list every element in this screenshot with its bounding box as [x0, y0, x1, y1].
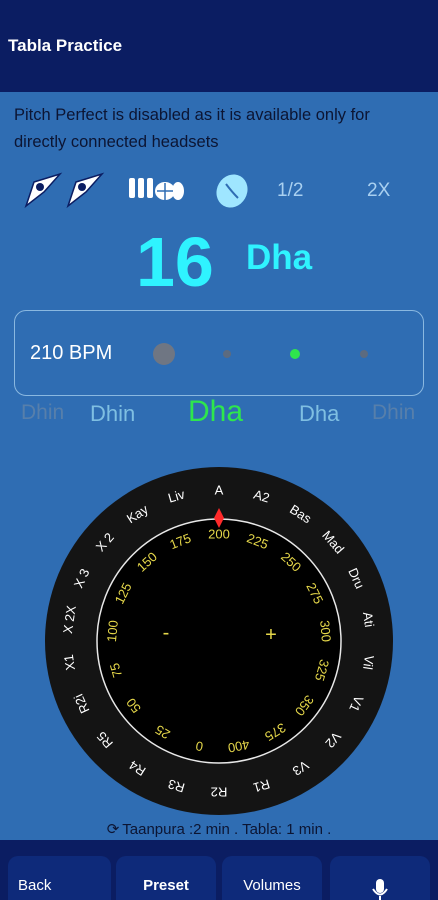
- refresh-icon: ⟳: [106, 821, 120, 838]
- volumes-button-label: Volumes: [243, 877, 301, 894]
- fraction-label[interactable]: 1/2: [277, 180, 303, 202]
- bol-next-2: Dhin: [372, 401, 416, 424]
- bol-current: Dha: [188, 395, 244, 428]
- dial-inner-label-4[interactable]: 300: [317, 620, 334, 643]
- tuning-dial-svg: A A2BasMadDruAtiVilV1V2V3R1R2R3R4R5R2iX1X…: [45, 467, 393, 815]
- bol-next-1: Dha: [299, 401, 340, 426]
- dial-plus[interactable]: +: [265, 624, 277, 646]
- app-title: Tabla Practice: [8, 36, 123, 55]
- beat-number: 16: [136, 223, 214, 301]
- speed-label[interactable]: 2X: [367, 180, 390, 202]
- beat-bol: Dha: [246, 238, 313, 277]
- microphone-icon: [372, 879, 388, 900]
- bol-sequence: Dhin Dhin Dha Dha Dhin: [0, 395, 438, 435]
- drum-set-icon[interactable]: [127, 174, 185, 211]
- preset-button-label: Preset: [143, 877, 189, 894]
- beat-dot-1: [153, 343, 175, 365]
- dial-outer-label-16[interactable]: X1: [61, 654, 78, 672]
- metronome-box[interactable]: 210 BPM: [14, 310, 424, 396]
- bpm-label[interactable]: 210 BPM: [30, 342, 112, 365]
- bottom-bar: Back Preset Volumes: [0, 840, 438, 900]
- tabla-pair-icon-2[interactable]: [66, 170, 106, 215]
- dial-outer-label-5[interactable]: Ati: [360, 611, 377, 628]
- microphone-button[interactable]: [330, 856, 430, 900]
- tuning-dial[interactable]: A A2 Bas Mad Dru Ati Vil V1 V2 V3 R1 R2 R3 R4 R5 R2i X1 X…: [44, 466, 394, 816]
- toolbar: 1/2 2X: [0, 168, 438, 212]
- beat-dot-4: [360, 350, 368, 358]
- dial-minus[interactable]: -: [163, 622, 170, 644]
- coin-icon[interactable]: [212, 172, 252, 215]
- dial-inner-label-0[interactable]: 200: [208, 526, 230, 541]
- volumes-button[interactable]: Volumes: [222, 856, 322, 900]
- bol-prev-2: Dhin: [21, 401, 65, 424]
- dial-outer-label-6[interactable]: Vil: [360, 654, 377, 670]
- beat-dot-3: [290, 349, 300, 359]
- bol-prev-1: Dhin: [90, 401, 136, 426]
- dial-outer-label-0[interactable]: A: [215, 482, 224, 497]
- pitch-perfect-notice: Pitch Perfect is disabled as it is avail…: [14, 106, 370, 151]
- beat-dot-2: [223, 350, 231, 358]
- app-bar: Tabla Practice: [0, 0, 438, 92]
- beat-display: 16 Dha: [0, 220, 438, 301]
- tabla-pair-icon[interactable]: [24, 170, 64, 215]
- back-button-label: Back: [18, 877, 52, 894]
- dial-inner-label-13[interactable]: 100: [104, 620, 121, 643]
- preset-button[interactable]: Preset: [116, 856, 216, 900]
- status-text: Taanpura :2 min . Tabla: 1 min .: [122, 821, 332, 838]
- back-button[interactable]: Back: [8, 856, 111, 900]
- session-status: ⟳ Taanpura :2 min . Tabla: 1 min .: [0, 820, 438, 838]
- dial-outer-label-11[interactable]: R2: [211, 785, 228, 800]
